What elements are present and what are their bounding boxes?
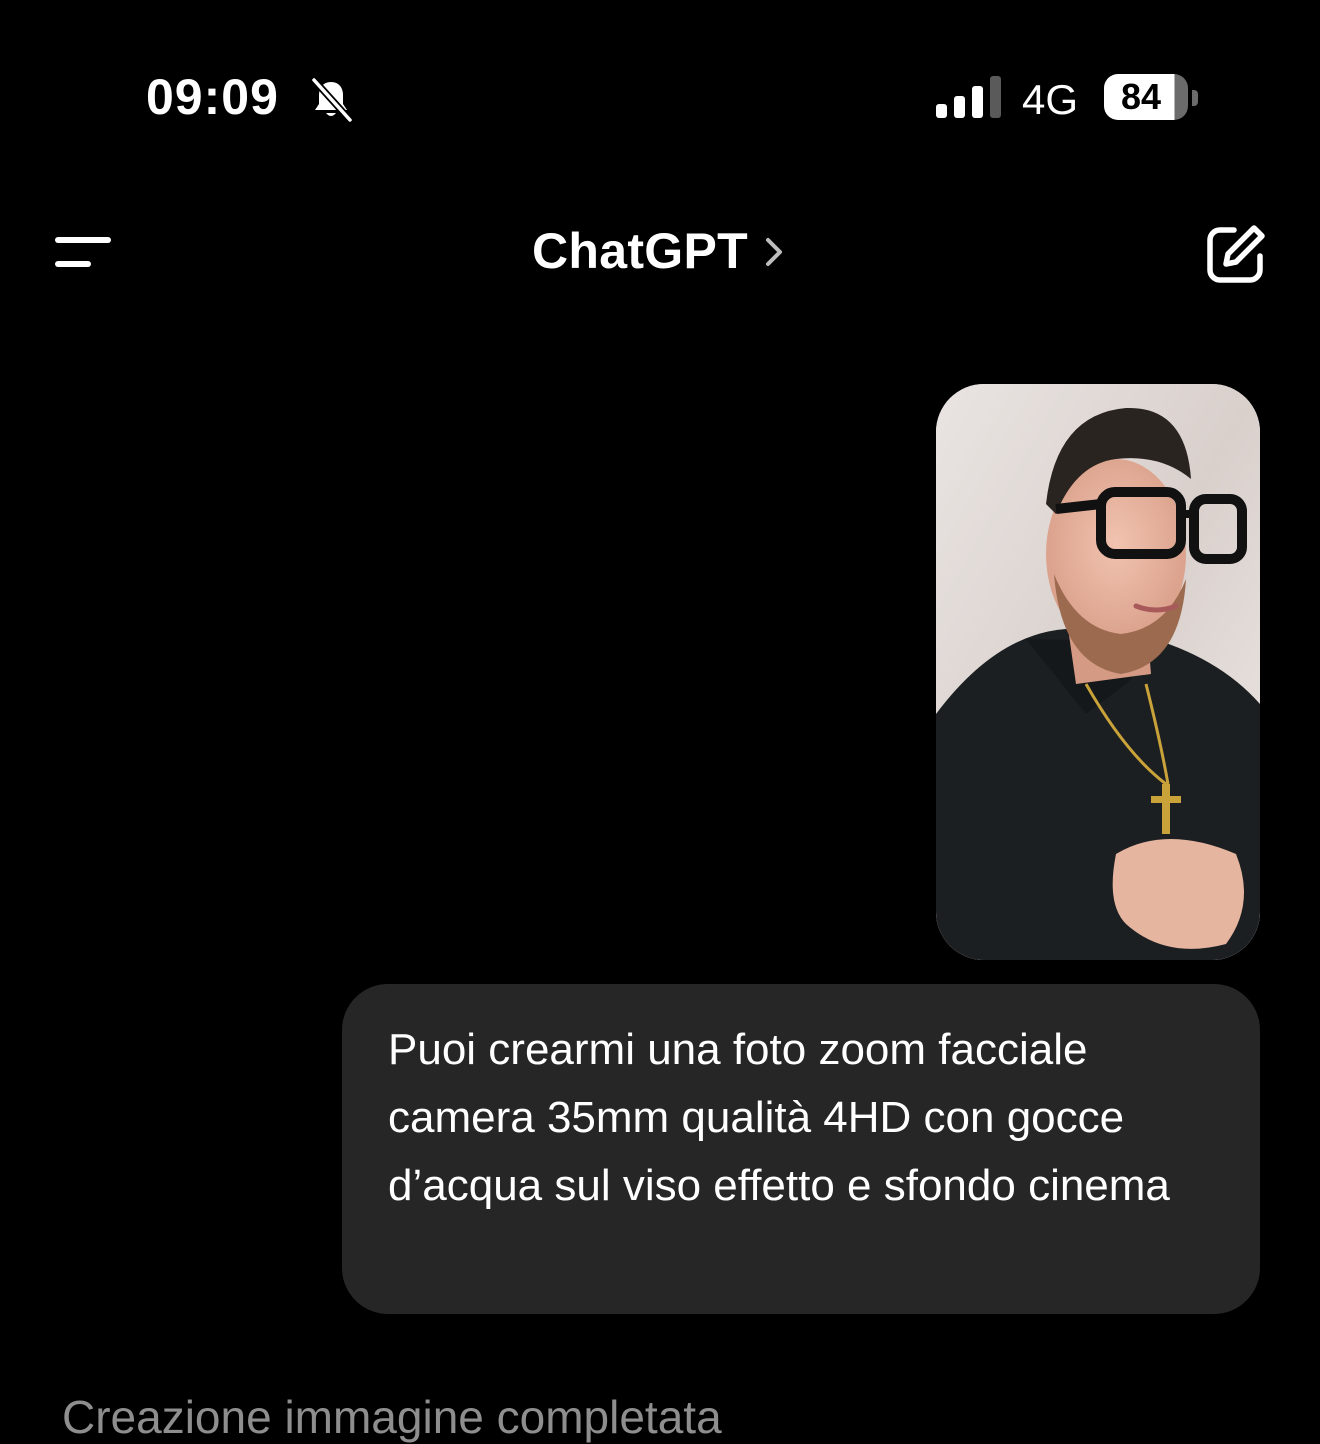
battery-level: 84 — [1120, 76, 1162, 117]
signal-icon — [936, 76, 1001, 118]
chat-title-button[interactable]: ChatGPT — [0, 222, 1320, 280]
portrait-image — [936, 384, 1260, 960]
status-bar: 09:09 4G 84 — [0, 0, 1320, 190]
status-time: 09:09 — [146, 69, 279, 125]
page-title: ChatGPT — [532, 223, 748, 279]
battery-icon: 84 — [1104, 74, 1188, 120]
user-photo-attachment[interactable] — [936, 384, 1260, 960]
user-message-bubble: Puoi crearmi una foto zoom facciale came… — [342, 984, 1260, 1314]
assistant-status-text: Creazione immagine completata — [62, 1391, 722, 1443]
bell-slash-icon — [311, 77, 353, 123]
network-type: 4G — [1022, 76, 1079, 123]
compose-icon[interactable] — [1204, 222, 1268, 286]
user-message-text: Puoi crearmi una foto zoom facciale came… — [388, 1025, 1170, 1210]
battery-cap — [1192, 90, 1198, 106]
chevron-right-icon — [766, 238, 782, 266]
